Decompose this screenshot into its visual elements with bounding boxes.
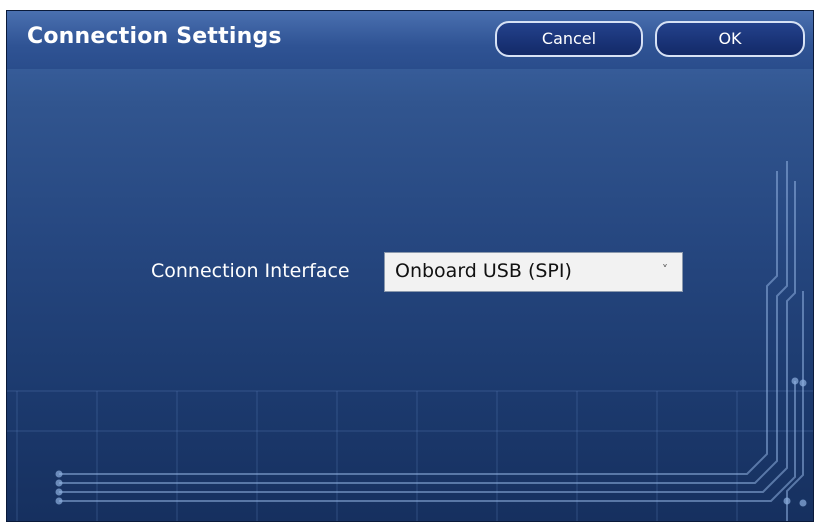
connection-interface-value: Onboard USB (SPI) bbox=[395, 260, 572, 282]
dialog-title: Connection Settings bbox=[27, 24, 282, 49]
connection-interface-label: Connection Interface bbox=[151, 260, 350, 282]
ok-button[interactable]: OK bbox=[655, 21, 805, 57]
connection-interface-select[interactable]: Onboard USB (SPI) ˅ bbox=[384, 252, 683, 292]
chevron-down-icon[interactable]: ˅ bbox=[662, 263, 668, 277]
dialog-titlebar: Connection Settings Cancel OK bbox=[7, 11, 813, 69]
connection-interface-row: Connection Interface Onboard USB (SPI) ˅ bbox=[7, 252, 813, 292]
cancel-button[interactable]: Cancel bbox=[495, 21, 643, 57]
connection-settings-dialog: Connection Settings Cancel OK Connection… bbox=[6, 10, 814, 522]
